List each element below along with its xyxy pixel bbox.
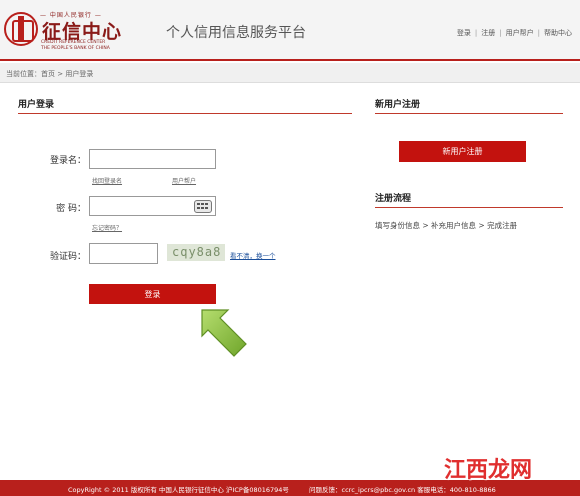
register-flow-divider (375, 207, 563, 208)
register-section-divider (375, 113, 563, 114)
username-input[interactable] (89, 149, 216, 169)
register-section-title: 新用户注册 (375, 100, 421, 110)
site-header: — 中国人民银行 — 征信中心 CREDIT REFERENCE CENTER … (0, 0, 580, 61)
new-user-register-button[interactable]: 新用户注册 (399, 141, 526, 162)
captcha-refresh-link[interactable]: 看不清，换一个 (230, 250, 276, 260)
forgot-password-link[interactable]: 忘记密码？ (92, 223, 122, 232)
register-flow-steps: 填写身份信息 > 补充用户信息 > 完成注册 (375, 221, 518, 230)
logo-english-line1: CREDIT REFERENCE CENTER (41, 40, 106, 45)
captcha-label: 验证码： (49, 252, 86, 262)
footer-copyright: CopyRight © 2011 版权所有 中国人民银行征信中心 沪ICP备08… (68, 486, 289, 494)
captcha-image[interactable]: cqy8a8 (167, 244, 225, 261)
top-nav: 登录 | 注册 | 用户帮户 | 帮助中心 (456, 29, 572, 37)
login-section-title: 用户登录 (18, 100, 55, 110)
login-section-divider (18, 113, 352, 114)
nav-register-link[interactable]: 注册 (481, 29, 495, 37)
logo-seal-icon (4, 12, 38, 46)
login-button[interactable]: 登录 (89, 284, 216, 304)
logo-english-line2: THE PEOPLE'S BANK OF CHINA (41, 46, 110, 51)
keyboard-icon[interactable] (194, 200, 212, 213)
password-label: 密 码： (56, 204, 86, 214)
register-flow-title: 注册流程 (375, 194, 412, 204)
forgot-username-link[interactable]: 找回登录名 (92, 176, 122, 185)
captcha-input[interactable] (89, 243, 158, 264)
watermark: 江西龙网 (444, 458, 533, 483)
platform-title: 个人信用信息服务平台 (166, 25, 306, 41)
username-label: 登录名： (49, 156, 86, 166)
breadcrumb: 当前位置：首页 > 用户登录 (0, 63, 580, 83)
nav-user-help-link[interactable]: 用户帮户 (506, 29, 534, 37)
nav-login-link[interactable]: 登录 (457, 29, 471, 37)
arrow-pointer-icon (201, 309, 247, 357)
user-help-link[interactable]: 用户帮户 (172, 176, 196, 185)
nav-help-center-link[interactable]: 帮助中心 (544, 29, 572, 37)
footer-feedback: 问题反馈：ccrc_ipcrs@pbc.gov.cn 客服电话：400-810-… (309, 486, 496, 494)
